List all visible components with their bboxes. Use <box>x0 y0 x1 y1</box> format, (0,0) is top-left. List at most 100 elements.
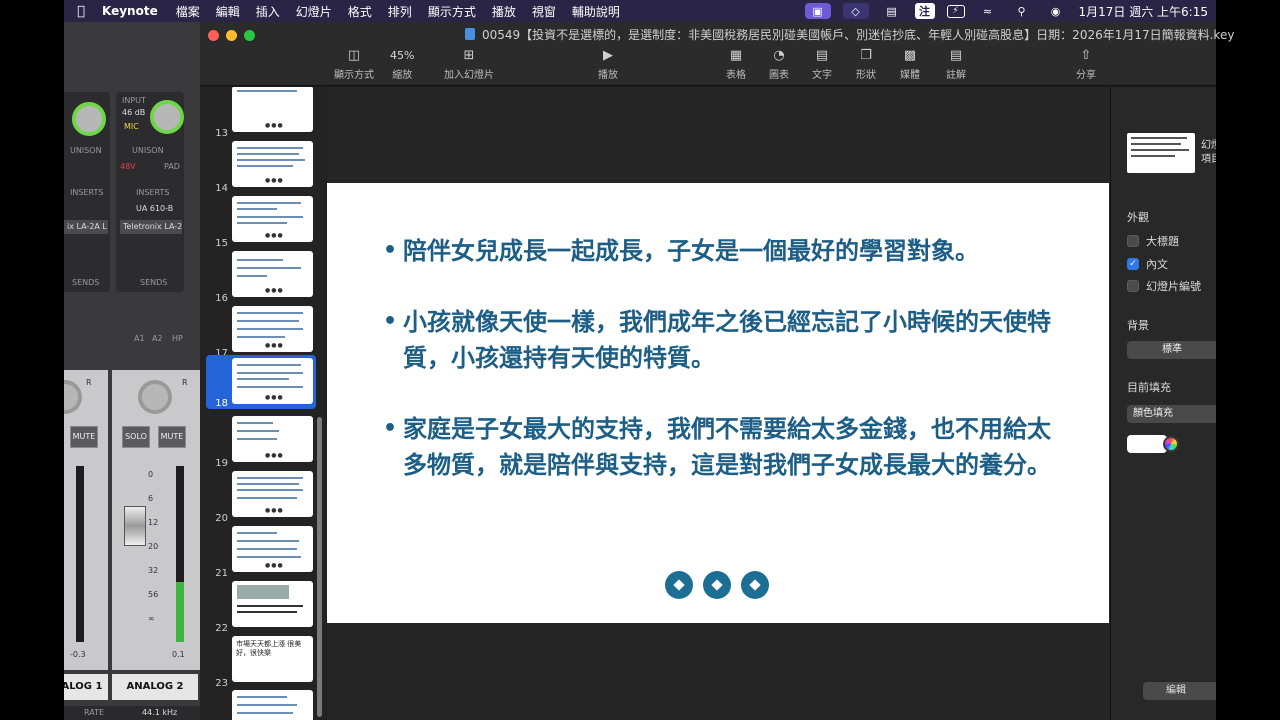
chart-button[interactable]: ◔ 圖表 <box>769 48 789 81</box>
table-label: 表格 <box>726 70 746 81</box>
chart-label: 圖表 <box>769 70 789 81</box>
table-button[interactable]: ▦ 表格 <box>726 48 746 81</box>
inserts-label-2: INSERTS <box>136 188 170 197</box>
slide-thumb-14[interactable]: ●●● 14 <box>200 138 322 194</box>
slide-thumb-17[interactable]: ●●● 17 <box>200 303 322 359</box>
slide-number-checkbox-row[interactable]: 幻燈片編號 <box>1127 278 1201 294</box>
bullet-item[interactable]: 家庭是子女最大的支持，我們不需要給太多金錢，也不用給太多物質，就是陪伴與支持，這… <box>383 411 1073 483</box>
slide-thumb-13[interactable]: ●●● 13 <box>200 87 322 139</box>
title-checkbox[interactable] <box>1127 235 1139 247</box>
navigator-scrollbar[interactable] <box>317 417 322 717</box>
background-style-popup[interactable]: 標準 <box>1127 341 1216 359</box>
comment-icon: ▤ <box>949 48 963 63</box>
slide-layout-thumbnail[interactable] <box>1127 133 1195 173</box>
pan-r-label-2: R <box>182 378 188 387</box>
edit-layout-button[interactable]: 編輯 <box>1143 682 1216 700</box>
keynote-window: 00549【投資不是選標的，是選制度：非美國稅務居民別碰美國帳戶、別迷信抄底、年… <box>200 22 1234 720</box>
share-label: 分享 <box>1076 70 1096 81</box>
close-button[interactable] <box>208 30 219 41</box>
search-icon[interactable]: ⚲ <box>1011 3 1033 19</box>
insert-slot-right[interactable]: Teletronix LA-2A L <box>120 220 182 234</box>
text-button[interactable]: ▤ 文字 <box>812 48 832 81</box>
shape-button[interactable]: ❐ 形狀 <box>856 48 876 81</box>
insert-plugin[interactable]: UA 610-B <box>136 204 173 213</box>
media-icon: ▩ <box>903 48 917 63</box>
add-slide-icon: ⊞ <box>463 48 475 63</box>
menu-help[interactable]: 輔助說明 <box>564 3 628 20</box>
bed-icon[interactable]: ▤ <box>881 3 903 19</box>
current-slide[interactable]: 陪伴女兒成長一起成長，子女是一個最好的學習對象。 小孩就像天使一樣，我們成年之後… <box>327 183 1109 623</box>
minimize-button[interactable] <box>226 30 237 41</box>
slide-number-checkbox[interactable] <box>1127 280 1139 292</box>
slide-navigator: ●●● 13 ●●● 14 ●●● 15 ●●● 16 ●●● 17 ●●● 1… <box>200 87 326 720</box>
menu-format[interactable]: 格式 <box>340 3 380 20</box>
sends-label-2: SENDS <box>140 278 168 287</box>
menu-slide[interactable]: 幻燈片 <box>288 3 340 20</box>
zoom-button[interactable] <box>244 30 255 41</box>
slide-thumb-18-selected[interactable]: ●●● 18 <box>206 355 316 409</box>
menu-view[interactable]: 顯示方式 <box>420 3 484 20</box>
add-slide-button[interactable]: ⊞ 加入幻燈片 <box>444 48 494 81</box>
media-button[interactable]: ▩ 媒體 <box>900 48 920 81</box>
menu-insert[interactable]: 插入 <box>248 3 288 20</box>
menu-window[interactable]: 視窗 <box>524 3 564 20</box>
slide-thumbnail: ●●● <box>232 471 313 517</box>
slide-thumb-24[interactable]: 24 <box>200 687 322 720</box>
meter-2-level <box>176 582 184 642</box>
fader-handle[interactable] <box>124 506 146 546</box>
fill-type-popup[interactable]: 顏色填充 <box>1127 405 1216 423</box>
phantom-label[interactable]: 48V <box>120 162 136 171</box>
gain-value: 46 dB <box>122 108 146 117</box>
insert-slot-left[interactable]: ix LA-2A L <box>64 220 108 234</box>
slide-thumb-15[interactable]: ●●● 15 <box>200 193 322 249</box>
scale-20: 20 <box>148 542 159 551</box>
slide-thumb-16[interactable]: ●●● 16 <box>200 248 322 304</box>
gain-knob[interactable] <box>72 102 106 136</box>
share-button[interactable]: ⇧ 分享 <box>1076 48 1096 81</box>
menu-edit[interactable]: 編輯 <box>208 3 248 20</box>
slide-thumb-19[interactable]: ●●● 19 <box>200 413 322 469</box>
body-checkbox[interactable]: ✓ <box>1127 258 1139 270</box>
screen-share-icon[interactable]: ▣ <box>804 3 831 19</box>
slide-thumb-21[interactable]: ●●● 21 <box>200 523 322 579</box>
input-method-indicator[interactable]: 注 <box>914 3 935 19</box>
menu-clock[interactable]: 1月17日 週六 上午6:15 <box>1073 3 1216 20</box>
menu-app-name[interactable]: Keynote <box>98 4 168 18</box>
mute-button-2[interactable]: MUTE <box>158 426 186 448</box>
body-checkbox-row[interactable]: ✓ 內文 <box>1127 256 1168 272</box>
solo-button[interactable]: SOLO <box>122 426 150 448</box>
apple-menu-icon[interactable]:  <box>64 4 98 19</box>
title-bar: 00549【投資不是選標的，是選制度：非美國稅務居民別碰美國帳戶、別迷信抄底、年… <box>200 22 1234 86</box>
slide-thumb-23[interactable]: 市場天天都上漲 很美好，很快樂 23 <box>200 633 322 689</box>
readout-2: 0.1 <box>172 650 185 659</box>
view-button[interactable]: ◫ 顯示方式 <box>334 48 374 81</box>
control-center-icon[interactable]: ◉ <box>1045 3 1067 19</box>
slide-thumbnail <box>232 581 313 627</box>
gain-knob-2[interactable] <box>150 100 184 134</box>
ua-console-icon[interactable]: ◇ <box>842 3 869 19</box>
bullet-item[interactable]: 小孩就像天使一樣，我們成年之後已經忘記了小時候的天使特質，小孩還持有天使的特質。 <box>383 304 1073 376</box>
pad-label[interactable]: PAD <box>164 162 180 171</box>
zoom-popup[interactable]: 45% 縮放 <box>390 48 414 81</box>
format-inspector: 幻燈 項目 外觀 大標題 ✓ 內文 幻燈片編號 背景 標準 目前填充 顏色填充 … <box>1110 87 1216 720</box>
menu-file[interactable]: 檔案 <box>168 3 208 20</box>
battery-icon[interactable]: ⚡ <box>946 4 965 18</box>
channel-name-2: ANALOG 2 <box>112 674 198 700</box>
bullet-item[interactable]: 陪伴女兒成長一起成長，子女是一個最好的學習對象。 <box>383 233 1073 269</box>
slide-23-title: 市場天天都上漲 很美好，很快樂 <box>236 640 302 657</box>
pan-knob-2[interactable] <box>138 380 172 414</box>
title-checkbox-row[interactable]: 大標題 <box>1127 233 1179 249</box>
slide-thumb-22[interactable]: 22 <box>200 578 322 634</box>
menu-play[interactable]: 播放 <box>484 3 524 20</box>
play-button[interactable]: ▶ 播放 <box>598 48 618 81</box>
pan-knob-1[interactable] <box>64 380 82 414</box>
document-title[interactable]: 00549【投資不是選標的，是選制度：非美國稅務居民別碰美國帳戶、別迷信抄底、年… <box>482 26 1234 43</box>
wifi-icon[interactable]: ≈ <box>977 3 999 19</box>
menu-arrange[interactable]: 排列 <box>380 3 420 20</box>
color-wheel-icon[interactable] <box>1163 436 1179 452</box>
layout-name-line1: 幻燈 <box>1201 140 1216 151</box>
fill-color-well[interactable] <box>1127 435 1167 453</box>
mute-button-1[interactable]: MUTE <box>70 426 98 448</box>
comment-button[interactable]: ▤ 註解 <box>946 48 966 81</box>
slide-thumb-20[interactable]: ●●● 20 <box>200 468 322 524</box>
